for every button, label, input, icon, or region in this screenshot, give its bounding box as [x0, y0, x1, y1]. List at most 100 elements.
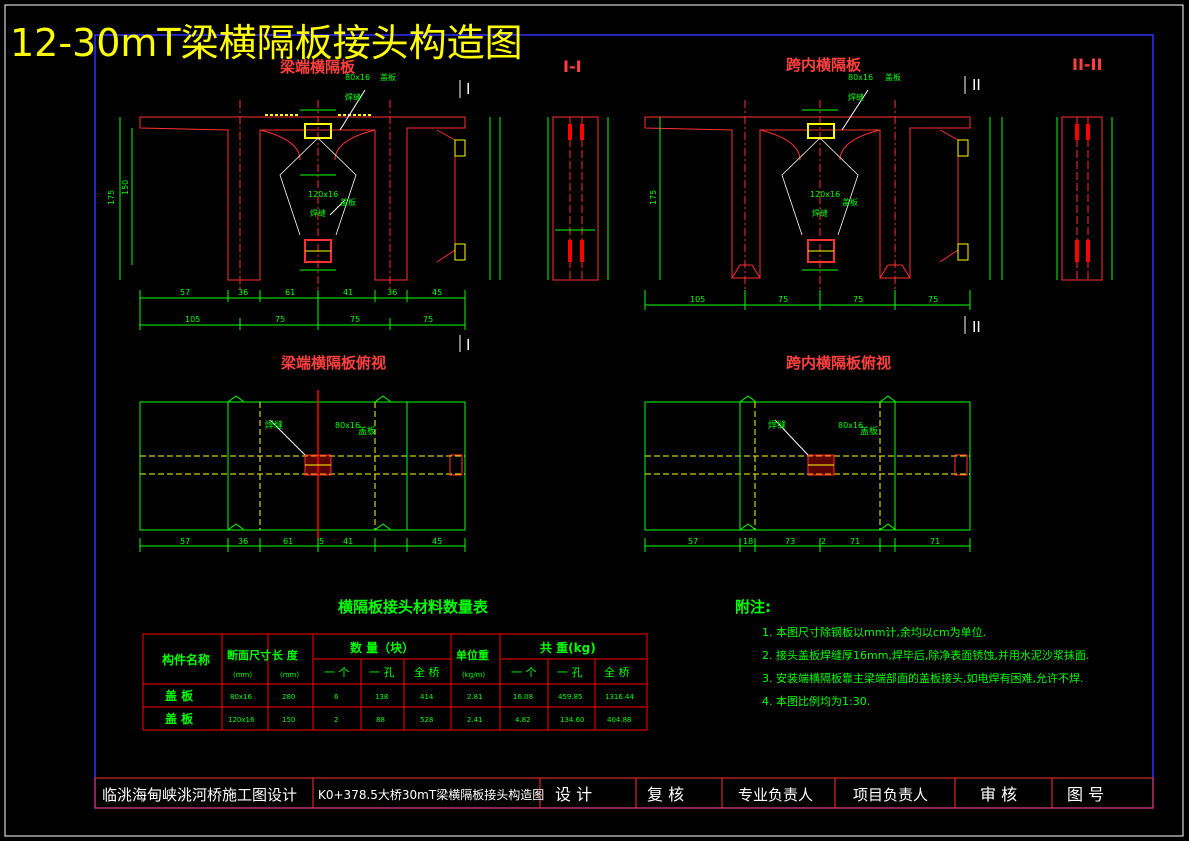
- note-2: 2. 接头盖板焊缝厚16mm,焊毕后,除净表面锈蚀,并用水泥沙浆抹面.: [762, 648, 1089, 662]
- dim-midplan-3: 2: [821, 537, 826, 546]
- dim-end-r1-1: 36: [238, 288, 248, 297]
- weld-end-plan: 焊缝: [265, 419, 283, 431]
- th-sub-0: 一 个: [324, 666, 350, 679]
- cell-r1-c6: 2.41: [467, 716, 483, 724]
- dim-end-r1-5: 45: [432, 288, 442, 297]
- th-length-unit: (mm): [280, 671, 299, 679]
- cover-plate-end-bottom: 盖板: [340, 197, 356, 207]
- cell-r0-c6: 2.81: [467, 693, 483, 701]
- weld-mid-bottom: 焊缝: [812, 208, 828, 218]
- cell-r1-c7: 4.82: [515, 716, 531, 724]
- tb-drawing: K0+378.5大桥30mT梁横隔板接头构造图: [318, 787, 544, 802]
- th-section-unit: (mm): [233, 671, 252, 679]
- height-inner-dim-end: 150: [121, 180, 130, 195]
- dim-midplan-2: 73: [785, 537, 795, 546]
- end-plan-label: 梁端横隔板俯视: [280, 354, 386, 372]
- dim-mid-r1-0: 105: [690, 295, 705, 304]
- table-row: 盖 板 120x16 150 2 88 528 2.41 4.82 134.60…: [165, 711, 632, 726]
- dim-midplan-4: 71: [850, 537, 860, 546]
- tb-project: 临洮海甸峡洮河桥施工图设计: [102, 786, 297, 804]
- dim-midplan-0: 57: [688, 537, 698, 546]
- cell-r1-c2: 150: [282, 716, 295, 724]
- cover-plate-end-top: 盖板: [380, 72, 396, 82]
- dim-endplan-5: 45: [432, 537, 442, 546]
- plate-spec-mid-bottom: 120x16: [810, 190, 840, 199]
- mid-plan-view: [644, 395, 971, 552]
- section-mark-1-top: I: [466, 80, 470, 98]
- th-total: 共 重(kg): [540, 640, 596, 655]
- cell-r1-c1: 120x16: [228, 716, 255, 724]
- note-1: 1. 本图尺寸除钢板以mm计,余均以cm为单位.: [762, 625, 986, 639]
- dim-end-r2-0: 105: [185, 315, 200, 324]
- tb-dwg-no: 图 号: [1067, 785, 1104, 804]
- note-4: 4. 本图比例均为1:30.: [762, 694, 870, 708]
- cad-drawing-canvas: { "title": "12-30mT梁横隔板接头构造图", "views": …: [0, 0, 1189, 841]
- dim-endplan-2: 61: [283, 537, 293, 546]
- plate-spec-end-top: 80x16: [345, 73, 370, 82]
- th-sub-5: 全 桥: [604, 665, 630, 679]
- dim-mid-r1-1: 75: [778, 295, 788, 304]
- th-name: 构件名称: [162, 652, 210, 667]
- cell-r0-c2: 280: [282, 693, 295, 701]
- dim-end-r1-0: 57: [180, 288, 190, 297]
- cover-plate-mid-bottom: 盖板: [842, 197, 858, 207]
- section-1-label: I-I: [563, 57, 582, 76]
- cell-r0-c8: 459.85: [558, 693, 583, 701]
- mid-plan-label: 跨内横隔板俯视: [786, 354, 891, 372]
- cell-r0-c4: 138: [375, 693, 388, 701]
- th-unit-wt: 单位重: [456, 648, 489, 662]
- dim-end-r2-1: 75: [275, 315, 285, 324]
- weld-mid-top: 焊缝: [848, 92, 864, 102]
- mid-diaphragm-label: 跨内横隔板: [786, 56, 862, 74]
- weld-end-bottom: 焊缝: [310, 208, 326, 218]
- end-plan-view: [139, 390, 466, 552]
- table-title: 横隔板接头材料数量表: [338, 598, 489, 616]
- cell-r0-c1: 80x16: [230, 693, 253, 701]
- cell-r0-c7: 16.08: [513, 693, 533, 701]
- cell-r1-c3: 2: [334, 716, 338, 724]
- dim-end-r1-2: 61: [285, 288, 295, 297]
- cell-r0-c5: 414: [420, 693, 434, 701]
- notes-title: 附注:: [735, 598, 771, 616]
- dim-midplan-5: 71: [930, 537, 940, 546]
- cell-r1-c8: 134.60: [560, 716, 585, 724]
- dim-endplan-1: 36: [238, 537, 248, 546]
- cover-plate-mid-top: 盖板: [885, 72, 901, 82]
- plate-spec-end-plan: 80x16: [335, 421, 360, 430]
- th-sub-3: 一 个: [511, 666, 537, 679]
- drawing-svg: 12-30mT梁横隔板接头构造图 梁端横隔板 I-I 跨内横隔板 II-II 梁…: [4, 4, 1184, 837]
- th-qty: 数 量（块）: [350, 640, 414, 655]
- section-mark-2-top: II: [972, 76, 981, 94]
- cell-r1-c0: 盖 板: [165, 711, 194, 726]
- tb-audit: 审 核: [980, 785, 1017, 804]
- dim-end-r2-3: 75: [423, 315, 433, 324]
- tb-specialist: 专业负责人: [738, 786, 813, 804]
- th-sub-2: 全 桥: [414, 665, 440, 679]
- th-length: 长 度: [272, 648, 299, 662]
- dim-endplan-0: 57: [180, 537, 190, 546]
- height-dim-end: 175: [107, 190, 116, 205]
- cell-r1-c5: 528: [420, 716, 433, 724]
- dim-endplan-3: 5: [319, 537, 324, 546]
- tb-design: 设 计: [555, 785, 592, 804]
- plate-spec-end-bottom: 120x16: [308, 190, 338, 199]
- th-section: 断面尺寸: [227, 648, 271, 662]
- cover-plate-end-plan: 盖板: [358, 425, 376, 437]
- weld-end-top: 焊缝: [345, 92, 361, 102]
- section-2-label: II-II: [1072, 55, 1102, 74]
- drawing-title: 12-30mT梁横隔板接头构造图: [10, 21, 523, 65]
- cell-r1-c4: 88: [376, 716, 385, 724]
- cell-r0-c9: 1316.44: [605, 693, 634, 701]
- dim-mid-r1-2: 75: [853, 295, 863, 304]
- weld-mid-plan: 焊缝: [768, 419, 786, 431]
- tb-pm: 项目负责人: [853, 786, 928, 804]
- section-1: [547, 116, 609, 281]
- cell-r0-c3: 6: [334, 693, 339, 701]
- th-sub-1: 一 孔: [369, 666, 395, 679]
- plate-spec-mid-top: 80x16: [848, 73, 873, 82]
- cell-r1-c9: 404.88: [607, 716, 632, 724]
- dim-midplan-1: 18: [743, 537, 753, 546]
- section-2: [1056, 116, 1113, 281]
- th-unit-wt-unit: (kg/m): [462, 671, 485, 679]
- cover-plate-mid-plan: 盖板: [860, 425, 878, 437]
